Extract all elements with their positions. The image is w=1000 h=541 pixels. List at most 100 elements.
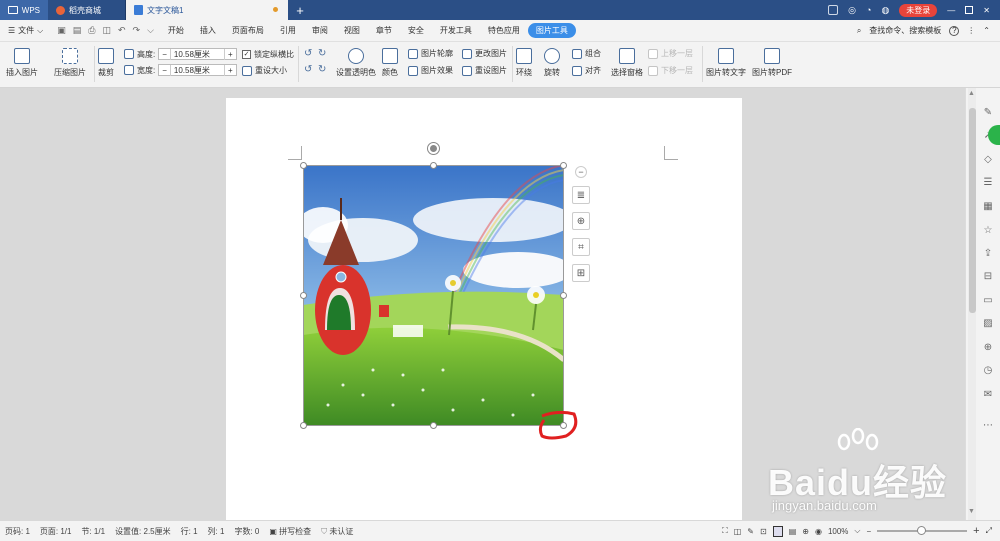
write-mode-icon[interactable]: ✎: [747, 527, 754, 536]
close-button[interactable]: ✕: [983, 6, 990, 15]
send-backward-button[interactable]: 下移一层: [648, 65, 693, 76]
crop-button[interactable]: 裁剪: [98, 48, 114, 78]
tab-special-apps[interactable]: 特色应用: [480, 23, 528, 38]
restore-button[interactable]: [965, 6, 974, 14]
zoom-preview-icon[interactable]: ⊕: [572, 212, 590, 230]
collapse-ribbon-icon[interactable]: ⌃: [983, 26, 990, 35]
expand-icon[interactable]: ⤢: [986, 526, 992, 536]
share-icon[interactable]: ⇪: [982, 248, 994, 260]
lock-ratio-checkbox[interactable]: ✓ 锁定纵横比: [242, 49, 294, 60]
tab-wps[interactable]: WPS: [0, 0, 48, 20]
more-icon[interactable]: ⋮: [967, 26, 975, 35]
insert-picture-button[interactable]: 插入图片: [6, 48, 38, 78]
download-icon[interactable]: ⊕: [982, 342, 994, 354]
layout-options-icon[interactable]: ≣: [572, 186, 590, 204]
adjust-icon[interactable]: ☰: [982, 177, 994, 189]
print-icon[interactable]: ⎙: [88, 25, 95, 36]
height-value[interactable]: 10.58厘米: [169, 48, 225, 60]
width-value[interactable]: 10.58厘米: [169, 64, 225, 76]
read-mode-icon[interactable]: ◫: [734, 527, 742, 536]
tab-view[interactable]: 视图: [336, 23, 368, 38]
decrement-button[interactable]: −: [159, 66, 170, 75]
scrollbar-thumb[interactable]: [969, 108, 976, 313]
flip-horizontal-button[interactable]: ↻: [318, 64, 326, 75]
picture-to-text-button[interactable]: 图片转文字: [706, 48, 746, 78]
selection-pane-button[interactable]: 选择窗格: [611, 48, 643, 78]
file-menu[interactable]: ☰ 文件 ⌵: [0, 25, 51, 36]
group-button[interactable]: 组合: [572, 48, 601, 59]
status-setting[interactable]: 设置值: 2.5厘米: [110, 526, 176, 537]
bring-forward-button[interactable]: 上移一层: [648, 48, 693, 59]
resize-handle-bottom-left[interactable]: [300, 422, 307, 429]
skin-icon[interactable]: ◎: [848, 5, 856, 16]
zoom-level[interactable]: 100%: [828, 527, 848, 536]
command-search[interactable]: ⌕ 查找命令、搜索模板 ? ⋮ ⌃: [857, 25, 1000, 36]
more-icon[interactable]: ⋯: [982, 420, 994, 432]
spellcheck-toggle[interactable]: ▣ 拼写检查: [264, 526, 316, 537]
undo-icon[interactable]: ↶: [118, 25, 126, 36]
web-view-icon[interactable]: ⊕: [802, 527, 809, 536]
width-stepper[interactable]: − 10.58厘米 +: [158, 64, 237, 76]
resize-handle-top-left[interactable]: [300, 162, 307, 169]
window-layout-icon[interactable]: [828, 5, 839, 15]
crop-icon[interactable]: ⌗: [572, 238, 590, 256]
ocr-extract-icon[interactable]: ⊞: [572, 264, 590, 282]
chevron-down-icon[interactable]: ⌵: [147, 25, 154, 36]
collapse-icon[interactable]: −: [575, 166, 587, 178]
history-icon[interactable]: ◷: [982, 365, 994, 377]
redo-icon[interactable]: ↷: [133, 25, 141, 36]
resize-handle-top-right[interactable]: [560, 162, 567, 169]
page-view-icon[interactable]: [772, 525, 783, 537]
tab-review[interactable]: 审阅: [304, 23, 336, 38]
picture-to-pdf-button[interactable]: 图片转PDF: [752, 48, 792, 78]
increment-button[interactable]: +: [225, 66, 236, 75]
resize-handle-top[interactable]: [430, 162, 437, 169]
status-column[interactable]: 列: 1: [203, 526, 230, 537]
scroll-down-icon[interactable]: ▼: [968, 508, 975, 515]
rotate-button[interactable]: 旋转: [544, 48, 560, 78]
picture-effect-button[interactable]: 图片效果: [408, 65, 453, 76]
tab-picture-tools[interactable]: 图片工具: [527, 23, 576, 38]
picture-outline-button[interactable]: 图片轮廓: [408, 48, 453, 59]
status-word-count[interactable]: 字数: 0: [229, 526, 264, 537]
scroll-up-icon[interactable]: ▲: [968, 90, 975, 97]
wrap-button[interactable]: 环绕: [516, 48, 532, 78]
zoom-out-button[interactable]: −: [866, 527, 871, 536]
new-tab-button[interactable]: +: [288, 0, 312, 20]
star-icon[interactable]: ☆: [982, 225, 994, 237]
zoom-slider-knob[interactable]: [917, 526, 927, 535]
tab-docer-store[interactable]: 稻壳商城: [48, 0, 126, 20]
focus-mode-icon[interactable]: ◉: [815, 527, 822, 536]
chevron-down-icon[interactable]: ⌵: [854, 526, 860, 536]
rotate-left-button[interactable]: ↺: [304, 48, 312, 59]
outline-view-icon[interactable]: ▤: [789, 527, 797, 536]
flip-vertical-button[interactable]: ↺: [304, 64, 312, 75]
help-icon[interactable]: ?: [949, 25, 960, 36]
eye-protect-icon[interactable]: ⊡: [760, 527, 767, 536]
certification-status[interactable]: ⛉ 未认证: [316, 526, 358, 537]
zoom-slider[interactable]: [877, 526, 968, 535]
height-stepper[interactable]: − 10.58厘米 +: [158, 48, 237, 60]
mail-icon[interactable]: ✉: [982, 389, 994, 401]
library-icon[interactable]: ▦: [982, 201, 994, 213]
set-transparent-button[interactable]: 设置透明色: [336, 48, 376, 78]
shapes-icon[interactable]: ◇: [982, 154, 994, 166]
document-box-icon[interactable]: ▭: [982, 295, 994, 307]
tab-references[interactable]: 引用: [272, 23, 304, 38]
backup-icon[interactable]: ⊟: [982, 271, 994, 283]
zoom-in-button[interactable]: +: [973, 525, 979, 537]
resize-handle-right[interactable]: [560, 292, 567, 299]
rotate-right-button[interactable]: ↻: [318, 48, 326, 59]
color-button[interactable]: 颜色: [382, 48, 398, 78]
status-row[interactable]: 行: 1: [176, 526, 203, 537]
compress-picture-button[interactable]: 压缩图片: [54, 48, 86, 78]
edit-pen-icon[interactable]: ✎: [982, 107, 994, 119]
fullscreen-icon[interactable]: ⛶: [722, 526, 728, 536]
picture-icon[interactable]: ▨: [982, 318, 994, 330]
tab-document[interactable]: 文字文稿1: [126, 0, 288, 20]
status-page-number[interactable]: 页码: 1: [0, 526, 35, 537]
tab-home[interactable]: 开始: [160, 23, 192, 38]
reset-picture-button[interactable]: 重设图片: [462, 65, 507, 76]
minimize-button[interactable]: —: [947, 6, 955, 15]
resize-handle-left[interactable]: [300, 292, 307, 299]
